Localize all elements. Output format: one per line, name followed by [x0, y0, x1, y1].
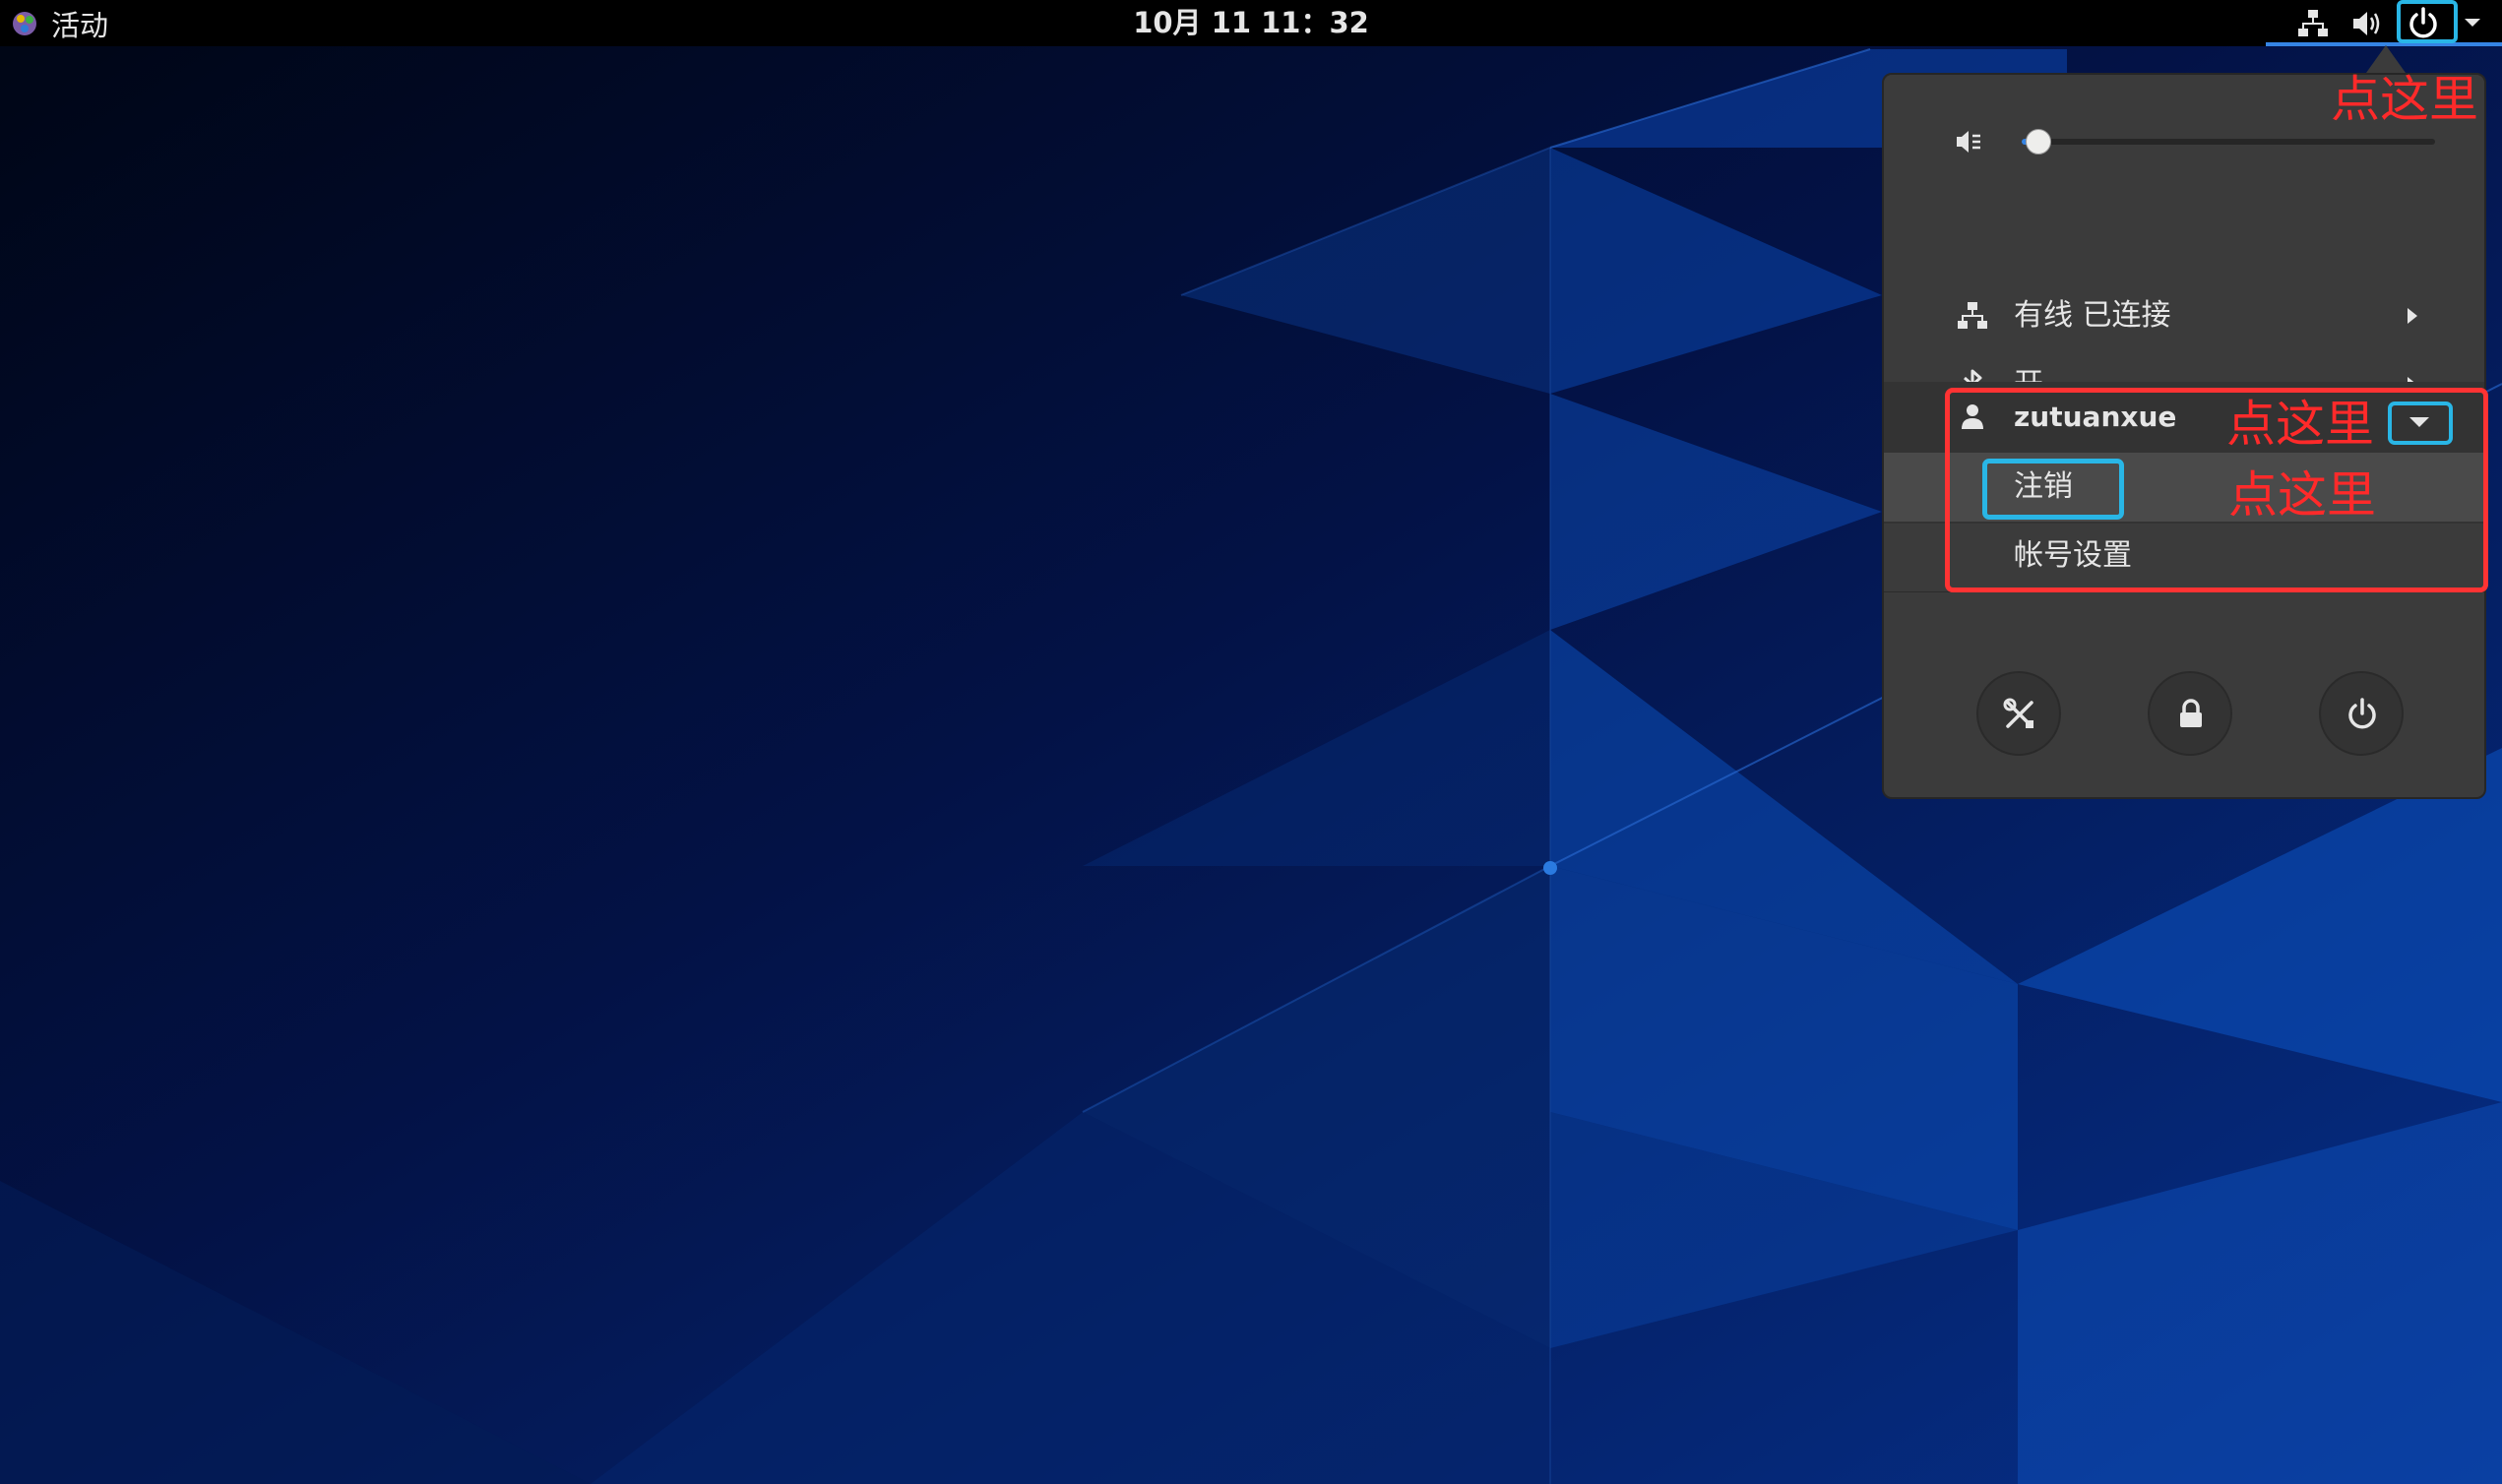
volume-icon[interactable]	[2349, 6, 2385, 41]
chevron-right-icon	[2408, 308, 2417, 324]
activities-button[interactable]: 活动	[10, 0, 108, 46]
settings-icon	[2003, 698, 2033, 728]
activities-label: 活动	[51, 8, 109, 42]
volume-slider[interactable]	[2022, 129, 2435, 155]
network-wired-icon	[1958, 302, 1987, 329]
power-off-button[interactable]	[2319, 671, 2404, 756]
top-bar: 活动 10月 11 11：32	[0, 0, 2502, 46]
lock-icon	[2180, 699, 2202, 727]
settings-button[interactable]	[1976, 671, 2061, 756]
clock-area: 10月 11 11：32	[0, 0, 2502, 46]
annotation-hint-logout: 点这里	[2228, 466, 2376, 524]
volume-slider-handle[interactable]	[2025, 129, 2051, 155]
logout-annotation-box	[1982, 459, 2124, 520]
volume-muted-icon[interactable]	[1951, 124, 1986, 159]
power-off-icon	[2348, 698, 2376, 729]
annotation-hint-top: 点这里	[2331, 71, 2478, 128]
chevron-down-icon[interactable]	[2461, 10, 2484, 33]
power-annotation-box	[2397, 0, 2458, 43]
lock-button[interactable]	[2148, 671, 2232, 756]
annotation-hint-user: 点这里	[2226, 396, 2374, 453]
menu-item-wired-network[interactable]: 有线 已连接	[1884, 281, 2484, 350]
network-wired-icon[interactable]	[2295, 6, 2331, 41]
menu-pointer	[2366, 45, 2406, 73]
chevron-down-icon[interactable]	[2409, 417, 2429, 427]
activities-icon	[13, 11, 36, 35]
network-status-label: 有线 已连接	[2014, 298, 2171, 333]
clock-button[interactable]: 10月 11 11：32	[1133, 6, 1369, 39]
